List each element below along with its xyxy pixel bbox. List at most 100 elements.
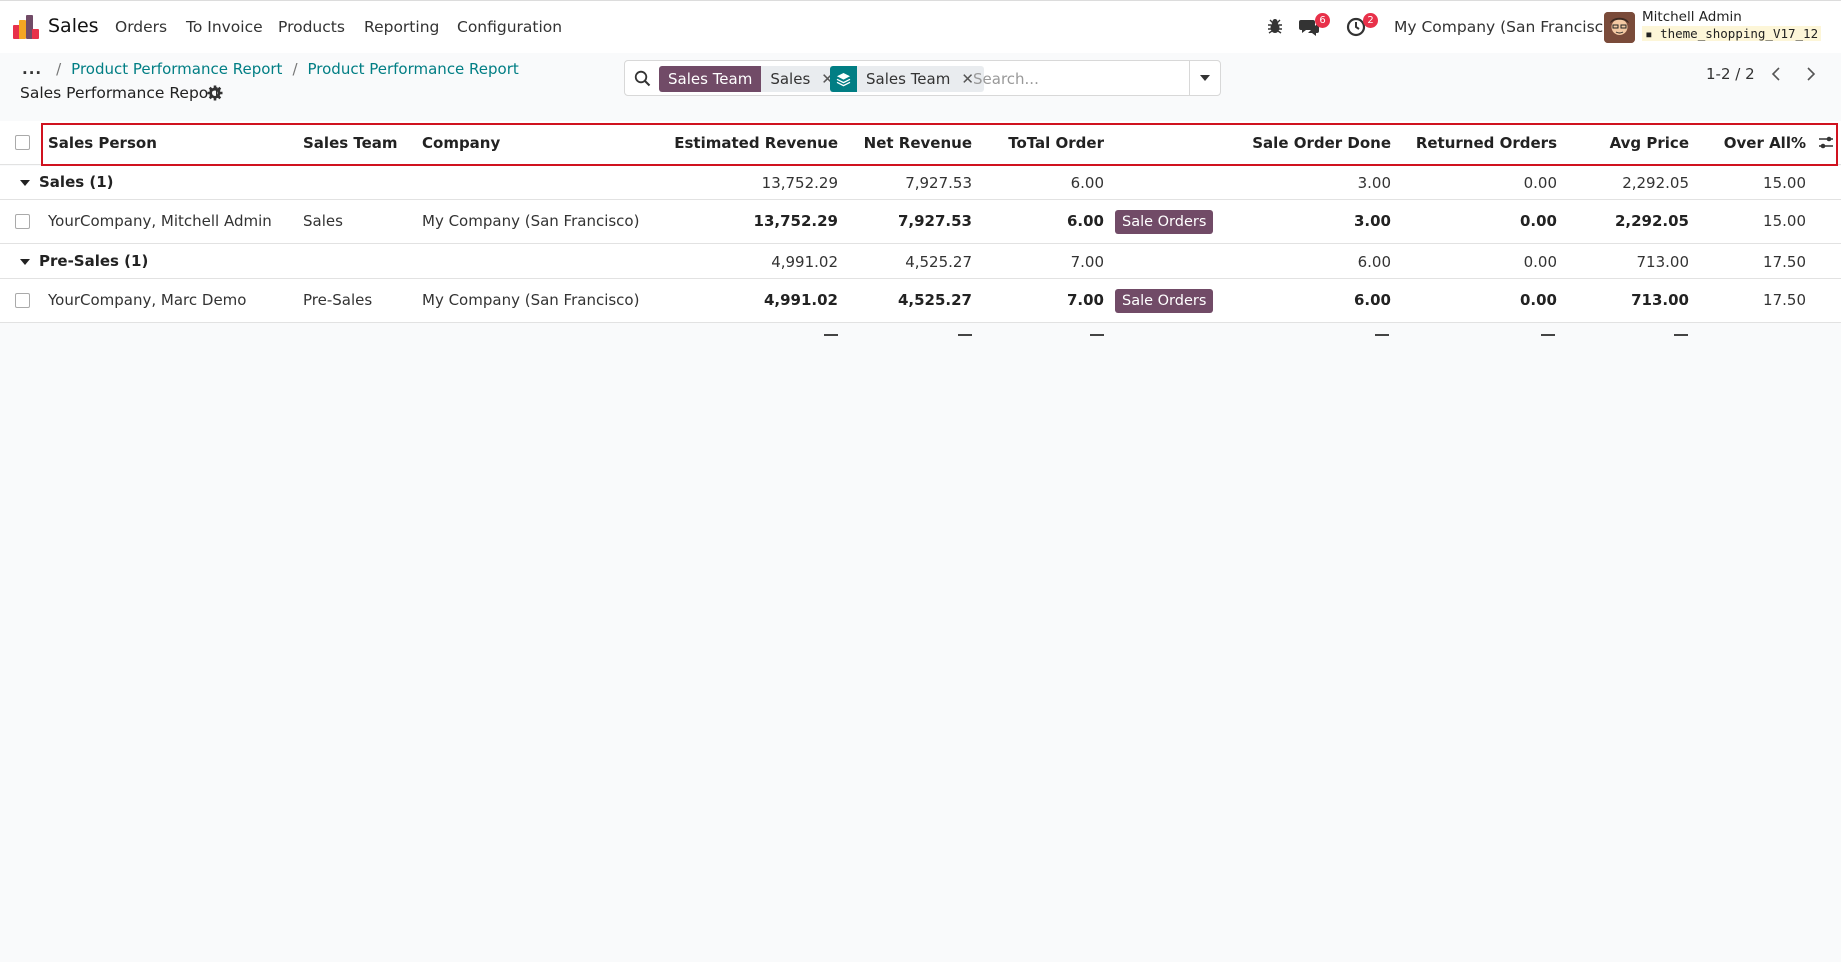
search-input[interactable]	[973, 67, 1193, 91]
cell-avg-price: 713.00	[1631, 291, 1689, 309]
messages-icon[interactable]: 6	[1298, 13, 1330, 39]
breadcrumb-item-1[interactable]: Product Performance Report	[71, 60, 282, 78]
col-net-revenue[interactable]: Net Revenue	[850, 134, 972, 152]
col-sales-person[interactable]: Sales Person	[48, 134, 157, 152]
col-total-order[interactable]: ToTal Order	[980, 134, 1104, 152]
cell-company: My Company (San Francisco)	[422, 212, 640, 230]
gear-icon[interactable]	[207, 85, 223, 101]
group-total-avg-price: 713.00	[1636, 253, 1690, 271]
user-name[interactable]: Mitchell Admin	[1642, 9, 1742, 25]
cell-sale-order-done: 6.00	[1353, 291, 1391, 309]
footer-dash	[1541, 334, 1555, 336]
footer-dash	[824, 334, 838, 336]
col-avg-price[interactable]: Avg Price	[1570, 134, 1689, 152]
row-checkbox[interactable]	[15, 214, 30, 229]
database-name-text: theme_shopping_V17_12	[1660, 26, 1819, 41]
col-company[interactable]: Company	[422, 134, 500, 152]
group-total-done: 3.00	[1357, 174, 1391, 192]
group-label: Pre-Sales (1)	[39, 252, 149, 270]
footer-dash	[1674, 334, 1688, 336]
pager-next-chevron-right-icon[interactable]	[1796, 61, 1826, 87]
group-row-pre-sales[interactable]: Pre-Sales (1) 4,991.02 4,525.27 7.00 6.0…	[0, 244, 1841, 279]
cell-total-order: 7.00	[1066, 291, 1104, 309]
footer-dash	[958, 334, 972, 336]
search-bar: Sales Team Sales ✕ Sales Team ✕	[624, 60, 1221, 96]
cell-returned-orders: 0.00	[1519, 212, 1557, 230]
top-navbar: Sales Orders To Invoice Products Reporti…	[0, 0, 1841, 53]
group-row-sales[interactable]: Sales (1) 13,752.29 7,927.53 6.00 3.00 0…	[0, 166, 1841, 200]
table-row[interactable]: YourCompany, Mitchell Admin Sales My Com…	[0, 200, 1841, 244]
cell-over-all-percent: 15.00	[1763, 212, 1806, 230]
footer-dash	[1375, 334, 1389, 336]
company-switcher[interactable]: My Company (San Francisco)	[1394, 18, 1619, 36]
debug-bug-icon[interactable]	[1266, 17, 1288, 39]
sales-app-icon[interactable]	[13, 15, 39, 39]
table-header: Sales Person Sales Team Company Estimate…	[0, 121, 1841, 166]
group-total-orders: 6.00	[1070, 174, 1104, 192]
menu-products[interactable]: Products	[278, 18, 345, 36]
pager-previous-chevron-left-icon[interactable]	[1761, 61, 1791, 87]
col-returned-orders[interactable]: Returned Orders	[1400, 134, 1557, 152]
cell-estimated-revenue: 13,752.29	[753, 212, 838, 230]
activities-badge: 2	[1363, 13, 1378, 28]
breadcrumb-more[interactable]: ...	[22, 60, 42, 78]
cell-net-revenue: 4,525.27	[897, 291, 972, 309]
caret-down-icon	[20, 259, 30, 265]
menu-to-invoice[interactable]: To Invoice	[186, 18, 263, 36]
cell-sales-person: YourCompany, Marc Demo	[48, 291, 247, 309]
col-sale-order-done[interactable]: Sale Order Done	[1230, 134, 1391, 152]
col-sales-team[interactable]: Sales Team	[303, 134, 398, 152]
cell-sale-order-done: 3.00	[1353, 212, 1391, 230]
breadcrumb: ... / Product Performance Report / Produ…	[22, 60, 519, 78]
select-all-checkbox[interactable]	[15, 135, 30, 150]
cell-net-revenue: 7,927.53	[897, 212, 972, 230]
group-total-estimated: 13,752.29	[761, 174, 838, 192]
group-total-overall: 15.00	[1763, 174, 1806, 192]
cell-company: My Company (San Francisco)	[422, 291, 640, 309]
table-row[interactable]: YourCompany, Marc Demo Pre-Sales My Comp…	[0, 279, 1841, 323]
group-total-returned: 0.00	[1523, 174, 1557, 192]
layers-icon	[830, 66, 857, 92]
group-total-returned: 0.00	[1523, 253, 1557, 271]
facet-value: Sales Team	[857, 66, 960, 92]
cell-sales-person: YourCompany, Mitchell Admin	[48, 212, 272, 230]
database-name: ▪ theme_shopping_V17_12	[1642, 26, 1822, 41]
group-total-avg-price: 2,292.05	[1622, 174, 1689, 192]
group-label: Sales (1)	[39, 173, 114, 191]
row-checkbox[interactable]	[15, 293, 30, 308]
group-total-net: 7,927.53	[905, 174, 972, 192]
group-total-estimated: 4,991.02	[771, 253, 838, 271]
breadcrumb-separator: /	[292, 60, 298, 78]
search-facet-groupby: Sales Team ✕	[830, 66, 984, 92]
sale-orders-button[interactable]: Sale Orders	[1115, 210, 1214, 234]
col-over-all-percent[interactable]: Over All%	[1700, 134, 1806, 152]
activity-clock-icon[interactable]: 2	[1346, 13, 1378, 39]
cell-sales-team: Pre-Sales	[303, 291, 373, 309]
col-estimated-revenue[interactable]: Estimated Revenue	[660, 134, 838, 152]
group-total-net: 4,525.27	[905, 253, 972, 271]
app-name[interactable]: Sales	[48, 15, 99, 37]
cell-avg-price: 2,292.05	[1614, 212, 1689, 230]
pager-value[interactable]: 1-2 / 2	[1706, 65, 1755, 83]
sale-orders-button[interactable]: Sale Orders	[1115, 289, 1214, 313]
search-options-toggle[interactable]	[1189, 61, 1220, 95]
menu-reporting[interactable]: Reporting	[364, 18, 439, 36]
menu-orders[interactable]: Orders	[115, 18, 167, 36]
search-icon[interactable]	[634, 70, 651, 87]
caret-down-icon	[20, 180, 30, 186]
cell-total-order: 6.00	[1066, 212, 1104, 230]
cell-sales-team: Sales	[303, 212, 343, 230]
menu-configuration[interactable]: Configuration	[457, 18, 562, 36]
facet-value: Sales	[761, 66, 820, 92]
optional-columns-sliders-icon[interactable]	[1818, 135, 1834, 155]
cell-returned-orders: 0.00	[1519, 291, 1557, 309]
group-total-orders: 7.00	[1070, 253, 1104, 271]
user-avatar[interactable]	[1604, 12, 1635, 43]
messages-badge: 6	[1315, 13, 1330, 28]
breadcrumb-item-2[interactable]: Product Performance Report	[308, 60, 519, 78]
cell-estimated-revenue: 4,991.02	[763, 291, 838, 309]
database-icon: ▪	[1645, 26, 1661, 41]
cell-over-all-percent: 17.50	[1763, 291, 1806, 309]
caret-down-icon	[1200, 75, 1210, 81]
breadcrumb-separator: /	[56, 60, 62, 78]
